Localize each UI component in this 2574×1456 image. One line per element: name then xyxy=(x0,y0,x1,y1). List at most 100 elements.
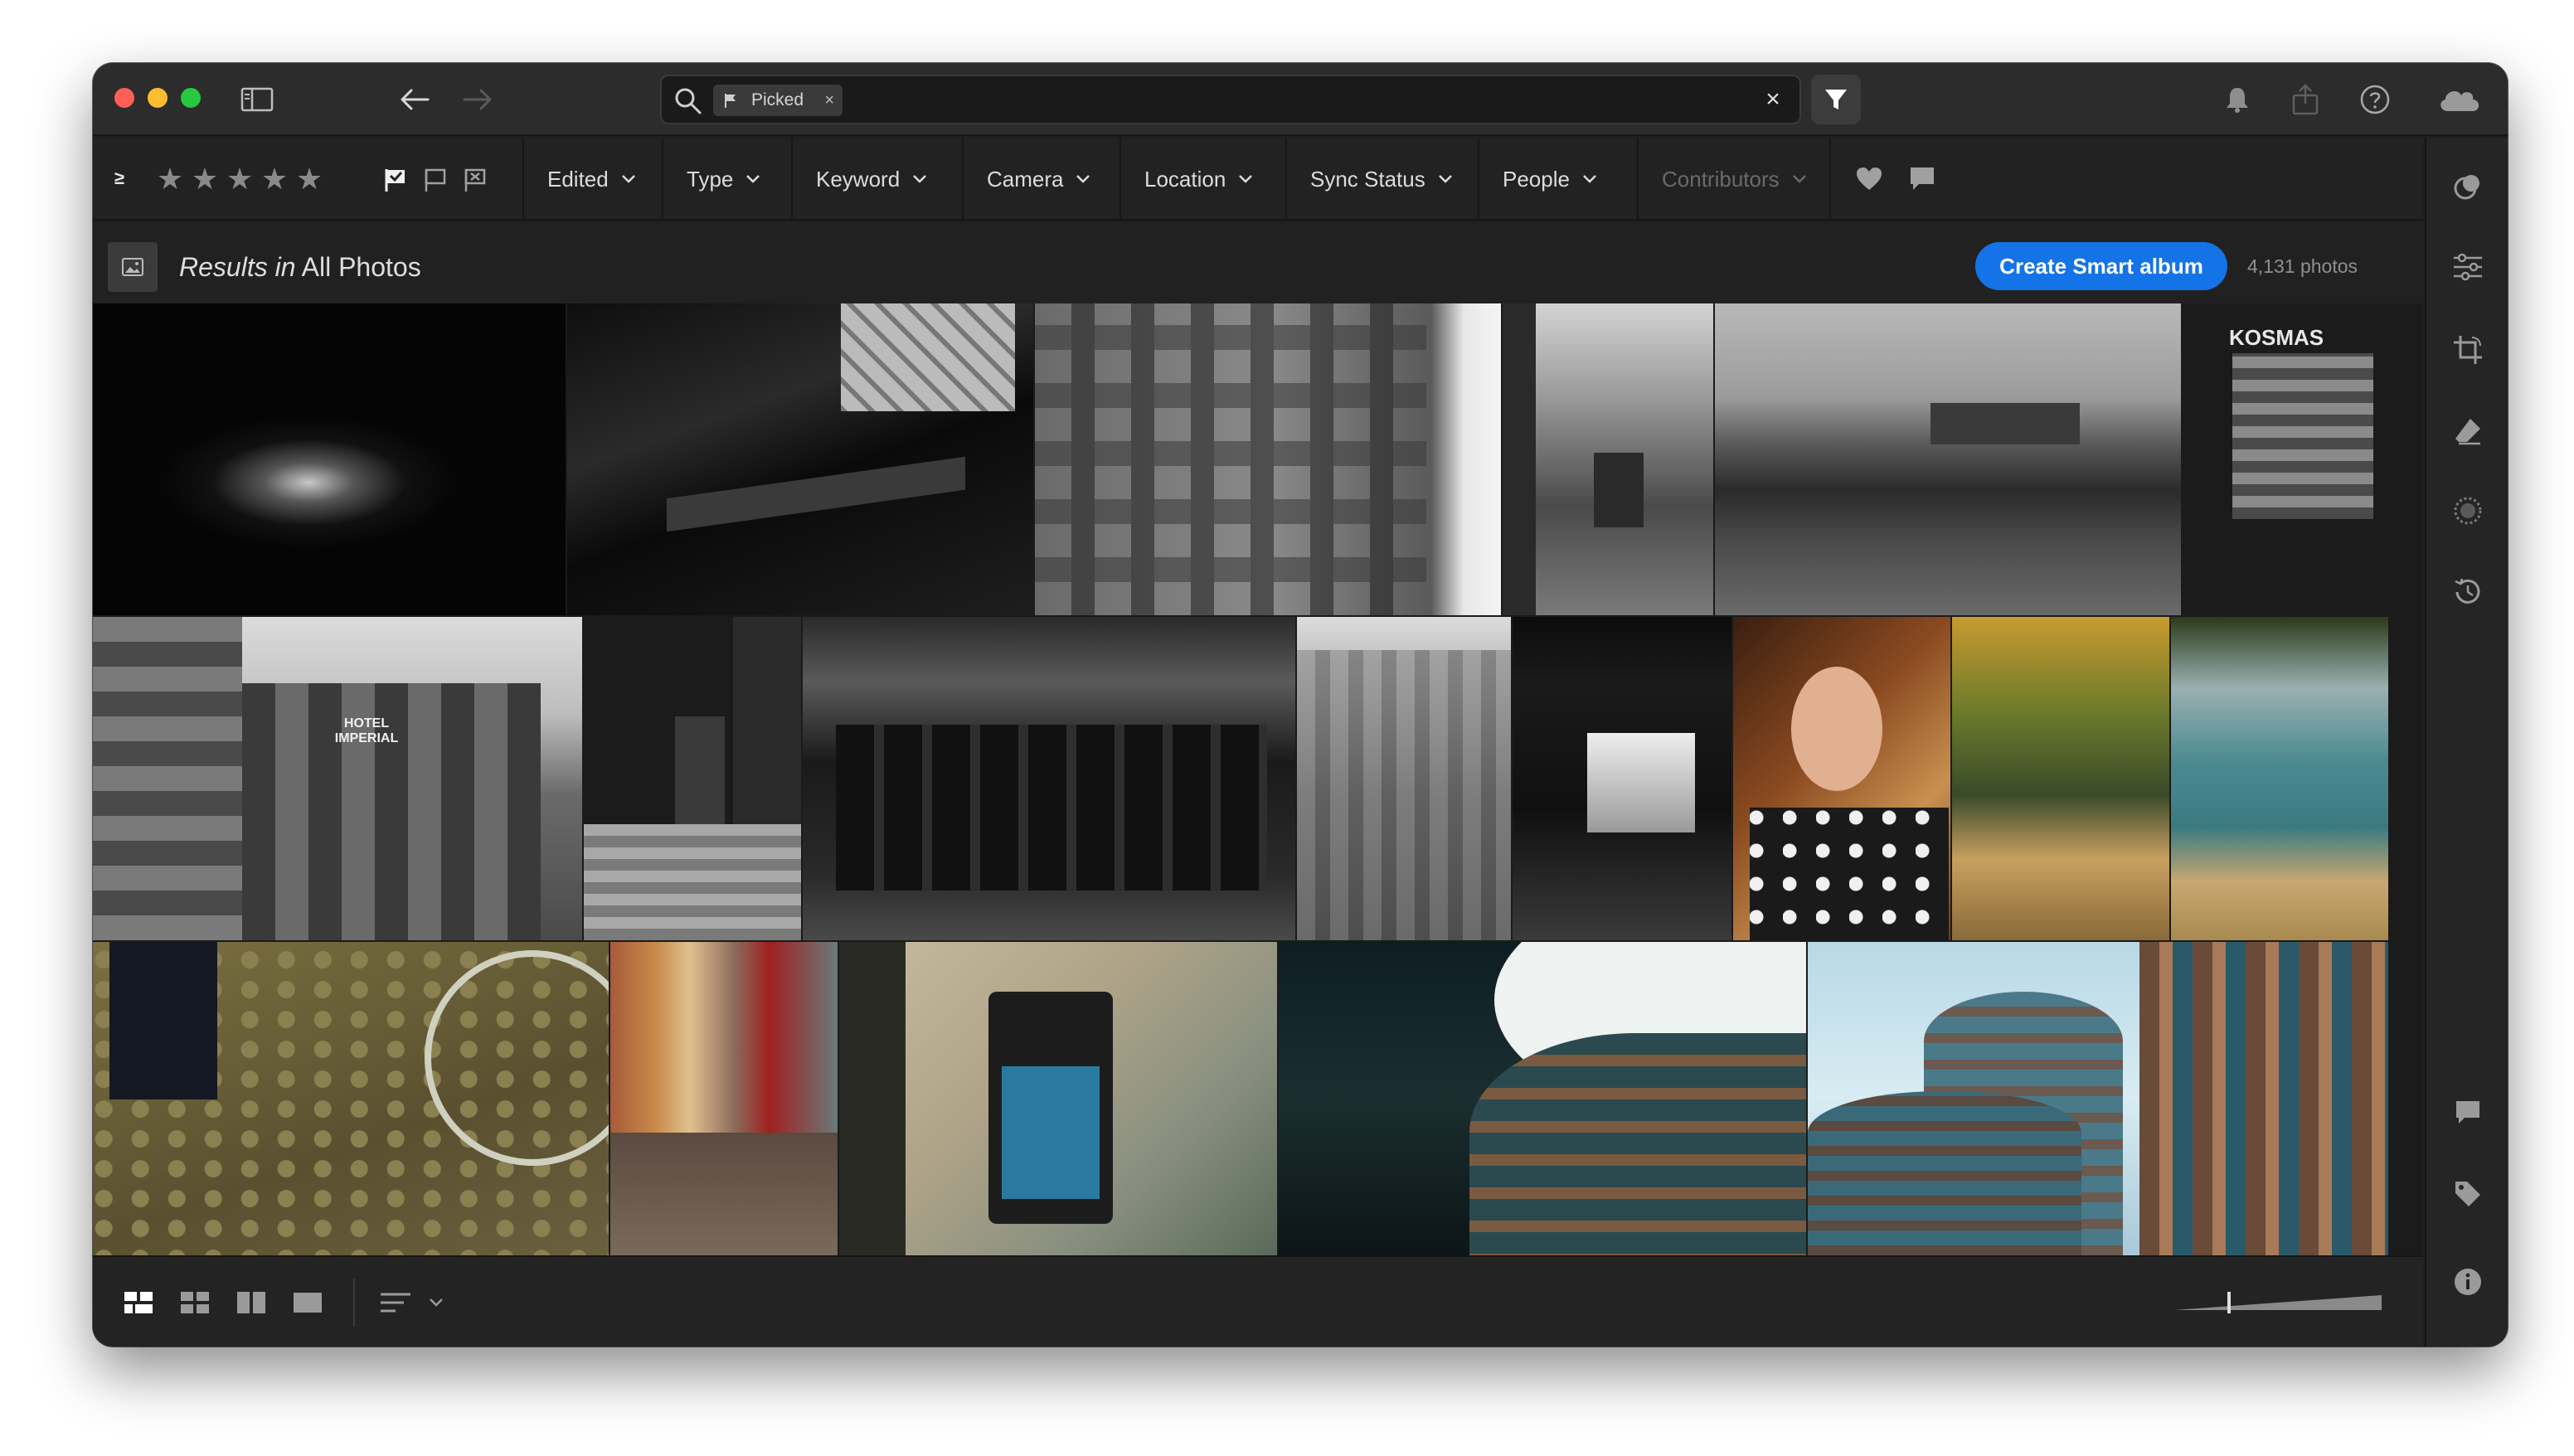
compare-view-icon[interactable] xyxy=(231,1282,272,1323)
photo-ashtray-wall[interactable] xyxy=(839,942,1277,1255)
photo-lake-shore[interactable] xyxy=(2171,617,2388,940)
keyword-dropdown[interactable]: Keyword xyxy=(793,138,928,221)
chevron-down-icon xyxy=(1583,175,1596,183)
filter-bar: ≥ ★ ★ ★ ★ ★ Edited Type Keyword Camera L… xyxy=(93,138,2423,221)
photo-building-facade[interactable] xyxy=(1035,303,1501,615)
crop-icon[interactable] xyxy=(2446,328,2489,371)
thumbnail-size-slider[interactable] xyxy=(2169,1290,2387,1315)
sort-chevron-down-icon[interactable] xyxy=(420,1282,453,1323)
camera-dropdown[interactable]: Camera xyxy=(964,138,1091,221)
star-icon[interactable]: ★ xyxy=(222,161,257,197)
clear-search-icon[interactable]: × xyxy=(1758,85,1788,114)
sort-icon[interactable] xyxy=(375,1282,416,1323)
photo-colorful-street[interactable] xyxy=(610,942,838,1255)
zoom-window-button[interactable] xyxy=(181,88,201,108)
chevron-down-icon xyxy=(746,175,760,183)
photo-night-fire[interactable] xyxy=(93,303,566,615)
square-grid-view-icon[interactable] xyxy=(118,1282,159,1323)
flag-icon xyxy=(725,94,736,108)
photo-cafe-interior[interactable] xyxy=(567,303,1033,615)
heart-icon[interactable] xyxy=(1853,163,1886,196)
contributors-dropdown: Contributors xyxy=(1639,138,1808,221)
photo-portrait-woman[interactable] xyxy=(1733,617,1950,940)
star-rating-filter[interactable]: ★ ★ ★ ★ ★ xyxy=(153,161,327,197)
presets-icon[interactable] xyxy=(2446,166,2489,209)
photo-cyclist-park[interactable] xyxy=(1952,617,2169,940)
photo-city-street-aerial[interactable] xyxy=(1297,617,1511,940)
picked-filter-chip[interactable]: Picked × xyxy=(713,85,843,116)
filter-button[interactable] xyxy=(1811,75,1861,124)
results-title: Results in All Photos xyxy=(179,252,421,283)
dropdown-label: People xyxy=(1503,166,1570,192)
dropdown-label: Location xyxy=(1144,166,1226,192)
rating-operator[interactable]: ≥ xyxy=(114,167,124,189)
kiosk-sign: KOSMAS xyxy=(2229,325,2324,350)
info-icon[interactable] xyxy=(2446,1260,2489,1303)
keyword-tag-icon[interactable] xyxy=(2446,1172,2489,1216)
grid-view-icon[interactable] xyxy=(174,1282,216,1323)
type-dropdown[interactable]: Type xyxy=(663,138,761,221)
photo-hotel-imperial[interactable]: HOTEL IMPERIAL xyxy=(93,617,582,940)
comments-panel-icon[interactable] xyxy=(2446,1091,2489,1134)
results-header: Results in All Photos Create Smart album… xyxy=(93,222,2423,303)
masking-icon[interactable] xyxy=(2446,489,2489,532)
close-window-button[interactable] xyxy=(114,88,134,108)
chevron-down-icon xyxy=(621,175,635,183)
share-icon[interactable] xyxy=(2285,80,2325,119)
cloud-icon[interactable] xyxy=(2435,80,2484,119)
star-icon[interactable]: ★ xyxy=(187,161,222,197)
photo-statue-steps[interactable] xyxy=(584,617,801,940)
photo-soldiers[interactable] xyxy=(803,617,1295,940)
chevron-down-icon xyxy=(1076,175,1090,183)
title-bar: Picked × × xyxy=(93,63,2508,136)
back-arrow-icon[interactable] xyxy=(395,80,435,119)
edited-dropdown[interactable]: Edited xyxy=(524,138,637,221)
unflagged-icon[interactable] xyxy=(420,164,451,196)
photo-prague-castle[interactable] xyxy=(1715,303,2181,615)
photo-street-tram[interactable] xyxy=(1503,303,1713,615)
minimize-window-button[interactable] xyxy=(148,88,168,108)
picked-flag-icon[interactable] xyxy=(380,164,411,196)
location-dropdown[interactable]: Location xyxy=(1121,138,1254,221)
healing-eraser-icon[interactable] xyxy=(2446,410,2489,453)
comment-icon[interactable] xyxy=(1906,163,1939,196)
star-icon[interactable]: ★ xyxy=(153,161,187,197)
forward-arrow-icon[interactable] xyxy=(458,80,498,119)
funnel-icon xyxy=(1825,90,1847,109)
app-window: Picked × × ≥ ★ ★ ★ ★ ★ Edited Type Keywo… xyxy=(93,63,2508,1347)
help-icon[interactable] xyxy=(2355,80,2395,119)
search-bar[interactable]: Picked × × xyxy=(660,75,1801,124)
sidebar-toggle-icon[interactable] xyxy=(237,80,277,119)
detail-view-icon[interactable] xyxy=(287,1282,328,1323)
star-icon[interactable]: ★ xyxy=(292,161,327,197)
sync-status-dropdown[interactable]: Sync Status xyxy=(1287,138,1454,221)
chevron-down-icon xyxy=(1438,175,1452,183)
notifications-bell-icon[interactable] xyxy=(2217,80,2257,119)
photo-corridor[interactable] xyxy=(1513,617,1731,940)
flag-filters xyxy=(380,164,491,196)
album-thumbnail xyxy=(108,242,158,292)
rejected-flag-icon[interactable] xyxy=(459,164,491,196)
hotel-sign: HOTEL IMPERIAL xyxy=(334,716,399,745)
right-tool-panel xyxy=(2425,138,2508,1347)
chip-remove-icon[interactable]: × xyxy=(824,91,834,110)
photo-kiosk[interactable]: KOSMAS xyxy=(2183,303,2388,615)
photo-curved-building[interactable] xyxy=(1279,942,1806,1255)
photo-cobblestones-bike[interactable] xyxy=(93,942,609,1255)
edit-sliders-icon[interactable] xyxy=(2446,245,2489,289)
search-icon xyxy=(673,86,703,116)
dropdown-label: Edited xyxy=(547,166,609,192)
people-dropdown[interactable]: People xyxy=(1479,138,1598,221)
dropdown-label: Contributors xyxy=(1662,166,1780,192)
create-smart-album-button[interactable]: Create Smart album xyxy=(1975,242,2227,290)
history-icon[interactable] xyxy=(2446,570,2489,614)
dropdown-label: Sync Status xyxy=(1310,166,1425,192)
photo-grid: KOSMAS HOTEL IMPERIAL xyxy=(93,303,2423,1255)
bottom-toolbar xyxy=(93,1255,2423,1347)
photo-towers-building[interactable] xyxy=(1808,942,2388,1255)
star-icon[interactable]: ★ xyxy=(257,161,292,197)
results-album: All Photos xyxy=(301,252,421,282)
dropdown-label: Keyword xyxy=(816,166,901,192)
dropdown-label: Camera xyxy=(987,166,1064,192)
dropdown-label: Type xyxy=(687,166,734,192)
